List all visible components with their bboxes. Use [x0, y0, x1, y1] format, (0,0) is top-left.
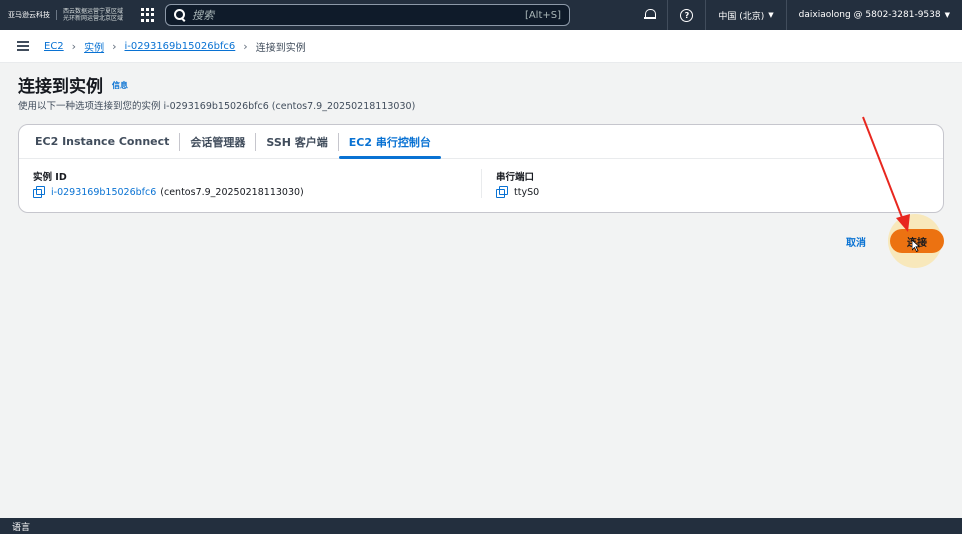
language-selector[interactable]: 语言 [12, 523, 30, 533]
serial-port-label: 串行端口 [496, 172, 535, 183]
top-navigation: 亚马逊云科技 西云数据运营宁夏区域 光环新网运营北京区域 [Alt+S] ? 中… [0, 0, 962, 30]
connection-options-card: EC2 Instance Connect 会话管理器 SSH 客户端 EC2 串… [18, 124, 944, 213]
tab-session-manager[interactable]: 会话管理器 [180, 125, 255, 159]
search-icon [174, 9, 186, 21]
chevron-right-icon: › [243, 39, 248, 53]
help-button[interactable]: ? [667, 0, 705, 30]
connection-fields: 实例 ID i-0293169b15026bfc6 (centos7.9_202… [19, 159, 943, 198]
page-description: 使用以下一种选项连接到您的实例 i-0293169b15026bfc6 (cen… [18, 101, 416, 112]
region-selector[interactable]: 中国 (北京) ▼ [705, 0, 785, 30]
account-menu[interactable]: daixiaolong @ 5802-3281-9538 ▼ [785, 0, 962, 30]
breadcrumb-current: 连接到实例 [255, 42, 306, 54]
bell-icon [644, 9, 657, 21]
logo-main-text: 亚马逊云科技 [8, 10, 57, 20]
search-shortcut-hint: [Alt+S] [524, 9, 562, 21]
copy-icon[interactable] [33, 186, 45, 198]
cancel-button[interactable]: 取消 [836, 230, 876, 252]
caret-down-icon: ▼ [944, 11, 950, 19]
footer-bar: 语言 [0, 518, 962, 534]
serial-port-text: ttyS0 [514, 186, 540, 198]
account-label: daixiaolong @ 5802-3281-9538 [798, 10, 941, 20]
serial-port-field: 串行端口 ttyS0 [481, 169, 941, 198]
breadcrumb-instance-id[interactable]: i-0293169b15026bfc6 [124, 41, 235, 52]
tab-ec2-instance-connect[interactable]: EC2 Instance Connect [25, 125, 179, 159]
region-label: 中国 (北京) [718, 11, 765, 22]
services-grid-icon[interactable] [141, 8, 155, 22]
breadcrumb-instances[interactable]: 实例 [84, 39, 104, 54]
nav-right-group: ? 中国 (北京) ▼ daixiaolong @ 5802-3281-9538… [632, 0, 962, 30]
info-link[interactable]: 信息 [112, 80, 128, 91]
search-input[interactable] [192, 8, 525, 22]
instance-id-field: 实例 ID i-0293169b15026bfc6 (centos7.9_202… [33, 169, 481, 198]
mouse-cursor-icon [912, 240, 920, 252]
annotation-arrow [862, 116, 910, 232]
instance-name: (centos7.9_20250218113030) [160, 186, 304, 198]
logo-sub-text: 西云数据运营宁夏区域 光环新网运营北京区域 [63, 8, 124, 22]
aws-logo[interactable]: 亚马逊云科技 西云数据运营宁夏区域 光环新网运营北京区域 [0, 0, 123, 30]
serial-port-value: ttyS0 [496, 186, 941, 198]
breadcrumb: EC2 › 实例 › i-0293169b15026bfc6 › 连接到实例 [0, 30, 962, 63]
help-icon: ? [680, 8, 694, 22]
chevron-right-icon: › [112, 39, 117, 53]
connection-tabs: EC2 Instance Connect 会话管理器 SSH 客户端 EC2 串… [19, 125, 943, 159]
copy-icon[interactable] [496, 186, 508, 198]
instance-id-link[interactable]: i-0293169b15026bfc6 [51, 187, 156, 198]
page-title: 连接到实例 [18, 77, 103, 97]
instance-id-label: 实例 ID [33, 172, 67, 183]
search-bar[interactable]: [Alt+S] [165, 4, 571, 26]
tab-ssh-client[interactable]: SSH 客户端 [256, 125, 337, 159]
notifications-button[interactable] [632, 0, 667, 30]
tab-ec2-serial-console[interactable]: EC2 串行控制台 [338, 125, 441, 159]
instance-id-value: i-0293169b15026bfc6 (centos7.9_202502181… [33, 186, 481, 198]
breadcrumb-ec2[interactable]: EC2 [44, 41, 64, 52]
hamburger-menu-icon[interactable] [17, 41, 29, 51]
caret-down-icon: ▼ [768, 11, 774, 19]
chevron-right-icon: › [71, 39, 77, 53]
